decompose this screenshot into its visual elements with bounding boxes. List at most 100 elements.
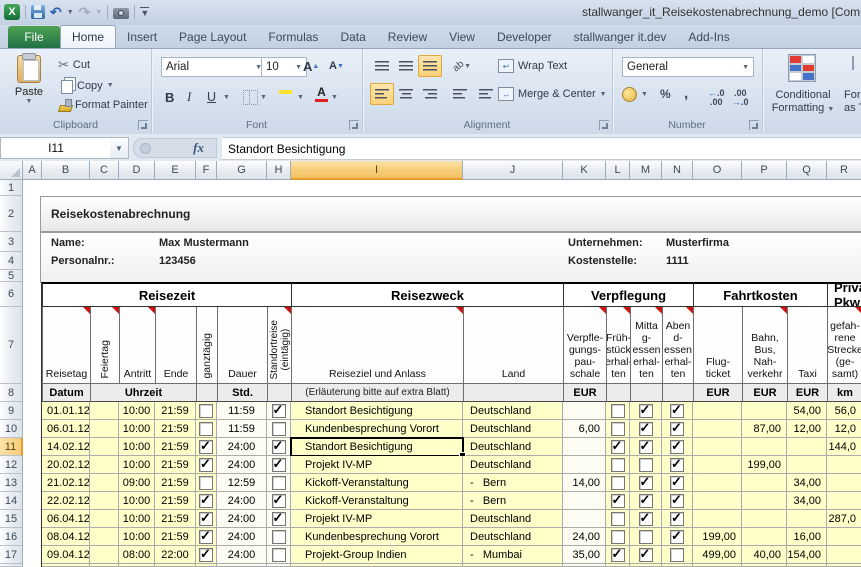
redo-icon[interactable]: ↷ [79, 5, 91, 19]
cell-K9[interactable] [563, 402, 606, 420]
checkbox-standortreise-9[interactable] [272, 404, 286, 418]
camera-icon[interactable] [113, 8, 129, 19]
cell-L15[interactable] [606, 510, 630, 528]
cell-R17[interactable] [827, 546, 861, 564]
tab-add-ins[interactable]: Add-Ins [677, 26, 740, 48]
row-header-1[interactable]: 1 [0, 180, 23, 196]
decrease-decimal-button[interactable]: .00→.0 [732, 89, 749, 107]
cell-K13[interactable]: 14,00 [563, 474, 606, 492]
name-value[interactable]: Max Mustermann [159, 237, 249, 249]
cell-O17[interactable]: 499,00 [693, 546, 742, 564]
cell-D15[interactable]: 10:00 [119, 510, 155, 528]
cell-B16[interactable]: 08.04.12 [42, 528, 90, 546]
cell-R9[interactable]: 56,0 [827, 402, 861, 420]
checkbox-mittagessen-11[interactable] [639, 440, 653, 454]
header-taxi[interactable]: Taxi [787, 307, 827, 384]
cell-H14[interactable] [267, 492, 291, 510]
header-ende[interactable]: Ende [155, 307, 196, 384]
decrease-indent-button[interactable] [448, 83, 472, 105]
align-bottom-button[interactable] [418, 55, 442, 77]
cell-I9[interactable]: Standort Besichtigung [291, 402, 463, 420]
tab-data[interactable]: Data [329, 26, 376, 48]
cell-B13[interactable]: 21.02.12 [42, 474, 90, 492]
checkbox-fruehstueck-11[interactable] [611, 440, 625, 454]
number-format-combo[interactable]: General ▼ [622, 57, 754, 77]
cell-B15[interactable]: 06.04.12 [42, 510, 90, 528]
checkbox-abendessen-11[interactable] [670, 440, 684, 454]
column-header-A[interactable]: A [23, 161, 42, 180]
checkbox-abendessen-13[interactable] [670, 476, 684, 490]
cell-N9[interactable] [662, 402, 693, 420]
checkbox-standortreise-17[interactable] [272, 548, 286, 562]
cell-I16[interactable]: Kundenbesprechung Vorort [291, 528, 463, 546]
checkbox-standortreise-11[interactable] [272, 440, 286, 454]
personalnr-value[interactable]: 123456 [159, 255, 196, 267]
subheader-empty[interactable] [463, 384, 563, 402]
format-as-table-label[interactable]: Format as Table [844, 89, 861, 115]
header-reiseziel[interactable]: Reiseziel und Anlass [291, 307, 463, 384]
unternehmen-value[interactable]: Musterfirma [666, 237, 729, 249]
group-header-reisezeit[interactable]: Reisezeit [42, 282, 291, 307]
cell-B11[interactable]: 14.02.12 [42, 438, 90, 456]
row-header-14[interactable]: 14 [0, 492, 23, 510]
header-feiertag[interactable]: Feiertag [90, 307, 119, 384]
cell-F14[interactable] [196, 492, 217, 510]
save-icon[interactable] [31, 5, 45, 19]
subheader-km[interactable]: km [827, 384, 861, 402]
cell-E9[interactable]: 21:59 [155, 402, 196, 420]
cell-L13[interactable] [606, 474, 630, 492]
cell-P14[interactable] [742, 492, 787, 510]
cell-O14[interactable] [693, 492, 742, 510]
align-left-button[interactable] [370, 83, 394, 105]
tab-view[interactable]: View [438, 26, 486, 48]
cell-R16[interactable] [827, 528, 861, 546]
tab-formulas[interactable]: Formulas [257, 26, 329, 48]
percent-style-button[interactable]: % [660, 87, 671, 101]
align-right-button[interactable] [418, 83, 442, 105]
cell-G15[interactable]: 24:00 [217, 510, 267, 528]
cell-F15[interactable] [196, 510, 217, 528]
checkbox-ganztagig-15[interactable] [199, 512, 213, 526]
cell-J11[interactable]: Deutschland [463, 438, 563, 456]
cell-F16[interactable] [196, 528, 217, 546]
cell-B14[interactable]: 22.02.12 [42, 492, 90, 510]
tab-stallwanger-it-dev[interactable]: stallwanger it.dev [563, 26, 678, 48]
checkbox-ganztagig-16[interactable] [199, 530, 213, 544]
undo-dropdown-icon[interactable]: ▼ [67, 9, 74, 16]
column-header-O[interactable]: O [693, 161, 742, 180]
cell-Q15[interactable] [787, 510, 827, 528]
cell-I11[interactable]: Standort Besichtigung [291, 438, 463, 456]
fill-color-button[interactable] [279, 89, 292, 94]
subheader-eur-pauschale[interactable]: EUR [563, 384, 606, 402]
cell-D13[interactable]: 09:00 [119, 474, 155, 492]
cell-M13[interactable] [630, 474, 662, 492]
merge-center-button[interactable]: ↔ Merge & Center ▼ [498, 87, 607, 101]
cell-M17[interactable] [630, 546, 662, 564]
subheader-eur-bahn[interactable]: EUR [742, 384, 787, 402]
cell-H17[interactable] [267, 546, 291, 564]
cell-N10[interactable] [662, 420, 693, 438]
checkbox-ganztagig-11[interactable] [199, 440, 213, 454]
tab-home[interactable]: Home [60, 25, 116, 48]
cell-H16[interactable] [267, 528, 291, 546]
header-flugticket[interactable]: Flug- ticket [693, 307, 742, 384]
column-header-J[interactable]: J [463, 161, 563, 180]
group-header-fahrtkosten[interactable]: Fahrtkosten [693, 282, 827, 307]
cell-N16[interactable] [662, 528, 693, 546]
cell-C12[interactable] [90, 456, 119, 474]
align-center-button[interactable] [394, 83, 418, 105]
column-header-P[interactable]: P [742, 161, 787, 180]
checkbox-mittagessen-13[interactable] [639, 476, 653, 490]
checkbox-mittagessen-15[interactable] [639, 512, 653, 526]
header-antritt[interactable]: Antritt [119, 307, 155, 384]
row-header-6[interactable]: 6 [0, 282, 23, 307]
cell-P12[interactable]: 199,00 [742, 456, 787, 474]
cell-Q14[interactable]: 34,00 [787, 492, 827, 510]
cell-I15[interactable]: Projekt IV-MP [291, 510, 463, 528]
checkbox-ganztagig-14[interactable] [199, 494, 213, 508]
paste-button[interactable]: Paste ▼ [8, 55, 50, 119]
checkbox-abendessen-10[interactable] [670, 422, 684, 436]
checkbox-ganztagig-10[interactable] [199, 422, 213, 436]
comma-style-button[interactable]: , [684, 85, 688, 102]
cell-Q10[interactable]: 12,00 [787, 420, 827, 438]
